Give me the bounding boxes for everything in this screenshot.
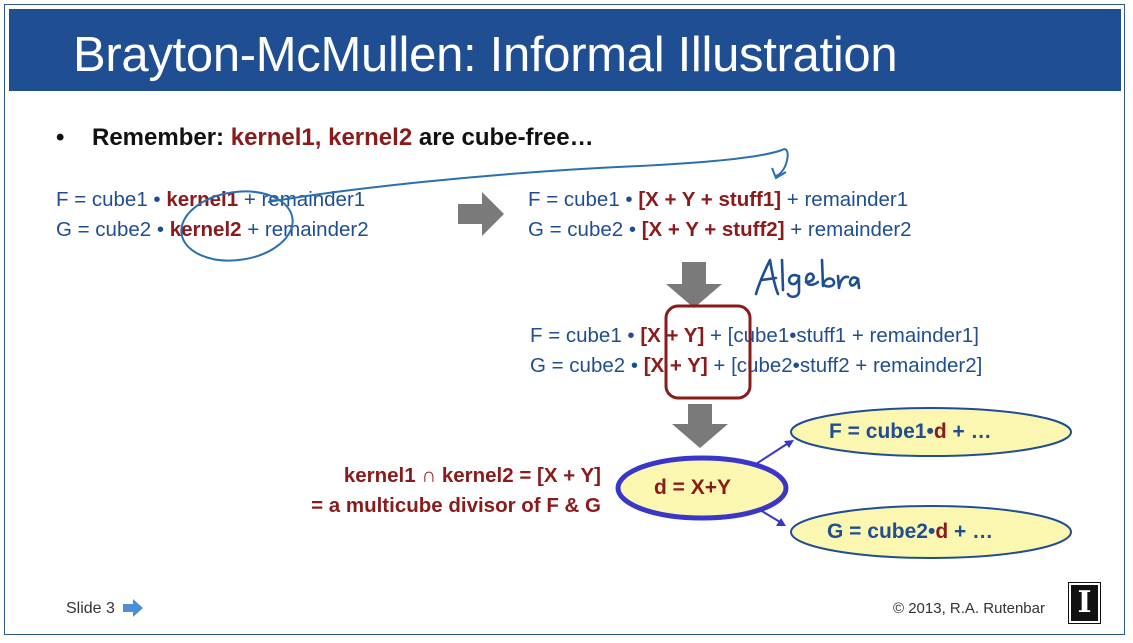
f-result-pre: F = cube1• bbox=[829, 420, 934, 443]
kernel-intersection-note: kernel1 ∩ kernel2 = [X + Y] = a multicub… bbox=[215, 461, 601, 521]
slide-number: Slide 3 bbox=[66, 600, 115, 617]
down-arrow-1 bbox=[666, 262, 722, 308]
arrow-to-g bbox=[759, 509, 781, 523]
right-arrow-shape bbox=[458, 192, 504, 236]
arrow-to-g-head bbox=[776, 518, 786, 526]
f-result-label: F = cube1•d + … bbox=[829, 420, 992, 444]
f-result-post: + … bbox=[946, 420, 992, 443]
g-result-label: G = cube2•d + … bbox=[827, 520, 993, 544]
university-logo-icon: I bbox=[1068, 582, 1101, 624]
common-kernel-box bbox=[664, 304, 752, 400]
down-arrow-2 bbox=[672, 404, 728, 448]
g-result-post: + … bbox=[948, 520, 994, 543]
kernel-note-line2: = a multicube divisor of F & G bbox=[311, 494, 601, 517]
g-result-d: d bbox=[935, 520, 949, 543]
f-result-d: d bbox=[933, 420, 947, 443]
copyright: © 2013, R.A. Rutenbar bbox=[893, 600, 1045, 617]
arrow-to-f bbox=[755, 441, 791, 465]
next-slide-icon[interactable] bbox=[120, 598, 146, 620]
divisor-label: d = X+Y bbox=[654, 476, 732, 499]
kernel-note-line1: kernel1 ∩ kernel2 = [X + Y] bbox=[343, 464, 601, 487]
diagram-overlay bbox=[123, 148, 1072, 617]
logo-letter: I bbox=[1077, 585, 1092, 620]
g-result-pre: G = cube2• bbox=[827, 520, 936, 543]
kernel2-circle bbox=[180, 190, 294, 262]
annotation-curve bbox=[267, 148, 789, 203]
